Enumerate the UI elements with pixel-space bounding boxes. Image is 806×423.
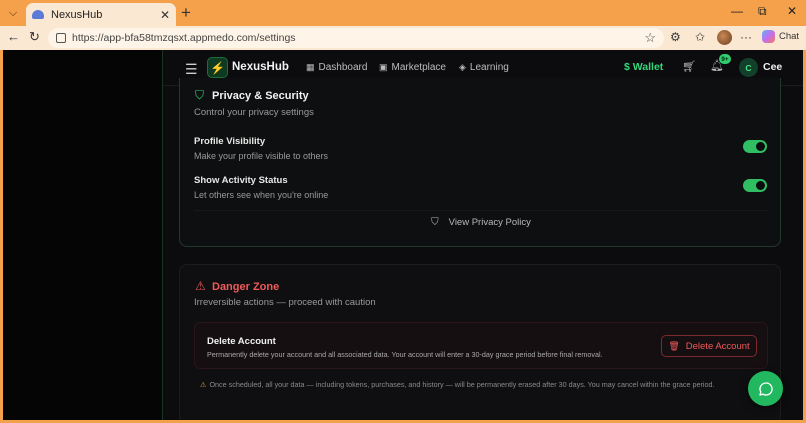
wallet-label: Wallet [632, 61, 664, 73]
bag-icon: ▣ [379, 62, 388, 72]
chat-bubble-icon [758, 381, 773, 396]
graduation-cap-icon: ◈ [459, 62, 466, 72]
site-info-icon[interactable] [56, 33, 66, 43]
toggle-knob [756, 142, 765, 151]
cart-icon[interactable]: 🛒︎ [682, 60, 696, 73]
wallet-button[interactable]: $ Wallet [624, 61, 663, 73]
nav-learning[interactable]: ◈ Learning [459, 62, 509, 73]
shield-outline-icon: ⛉ [431, 217, 439, 228]
grace-period-warning: ⚠ Once scheduled, all your data — includi… [200, 380, 714, 389]
favorites-icon[interactable]: ✩ [695, 30, 705, 44]
delete-account-panel: Delete Account Permanently delete your a… [194, 322, 768, 369]
app-viewport: ☰ ⚡ NexusHub ▦ Dashboard ▣ Marketplace ◈… [3, 50, 803, 420]
grid-icon: ▦ [306, 62, 315, 72]
back-arrow-icon[interactable]: ← [7, 29, 20, 44]
chat-support-button[interactable] [748, 371, 783, 406]
user-name[interactable]: Cee [763, 61, 782, 73]
restore-window-button[interactable]: ⧉ [758, 4, 767, 19]
danger-subtitle: Irreversible actions — proceed with caut… [194, 297, 376, 308]
copilot-chat-button[interactable]: Chat [762, 30, 799, 43]
reload-icon[interactable]: ↻ [29, 29, 40, 45]
address-bar[interactable]: https://app-bfa58tmzqsxt.appmedo.com/set… [48, 28, 664, 48]
profile-visibility-desc: Make your profile visible to others [194, 151, 329, 161]
nav-marketplace[interactable]: ▣ Marketplace [379, 62, 446, 73]
trash-icon: 🗑︎ [668, 340, 680, 351]
notification-badge: 9+ [719, 54, 731, 64]
browser-tab-bar: ⌵ NexusHub ✕ + — ⧉ ✕ [0, 0, 806, 26]
nav-dashboard[interactable]: ▦ Dashboard [306, 62, 367, 73]
delete-account-title: Delete Account [207, 336, 276, 347]
warning-triangle-icon: ⚠ [195, 279, 206, 293]
url-text: https://app-bfa58tmzqsxt.appmedo.com/set… [72, 32, 296, 44]
delete-account-button[interactable]: 🗑︎ Delete Account [661, 335, 757, 357]
browser-tab[interactable]: NexusHub ✕ [26, 3, 176, 26]
lightning-logo-icon[interactable]: ⚡ [207, 57, 228, 78]
tab-close-icon[interactable]: ✕ [160, 8, 170, 22]
nav-dashboard-label: Dashboard [318, 62, 368, 73]
activity-status-desc: Let others see when you're online [194, 190, 329, 200]
shield-icon: ⛉ [195, 88, 205, 102]
nav-marketplace-label: Marketplace [391, 62, 446, 73]
chat-label: Chat [779, 31, 800, 42]
sidebar-panel [3, 50, 163, 420]
extensions-icon[interactable]: ⚙ [670, 30, 681, 44]
new-tab-button[interactable]: + [181, 3, 191, 23]
activity-status-label: Show Activity Status [194, 175, 288, 186]
browser-profile-avatar[interactable] [717, 30, 732, 45]
delete-account-button-label: Delete Account [685, 340, 750, 352]
more-options-icon[interactable]: ··· [740, 30, 752, 44]
copilot-icon [762, 30, 775, 43]
tab-list-chevron-icon[interactable]: ⌵ [4, 4, 22, 22]
profile-visibility-toggle[interactable] [743, 140, 767, 153]
close-window-button[interactable]: ✕ [787, 4, 797, 18]
delete-account-desc: Permanently delete your account and all … [207, 350, 603, 359]
minimize-window-button[interactable]: — [731, 4, 743, 18]
tab-favicon-icon [32, 10, 44, 19]
tab-title: NexusHub [51, 8, 103, 21]
privacy-policy-label: View Privacy Policy [448, 217, 531, 228]
menu-icon[interactable]: ☰ [185, 61, 198, 78]
danger-title: Danger Zone [212, 281, 280, 293]
toggle-knob [756, 181, 765, 190]
browser-toolbar: ← ↻ https://app-bfa58tmzqsxt.appmedo.com… [0, 26, 806, 50]
small-warning-icon: ⚠ [200, 380, 207, 389]
privacy-subtitle: Control your privacy settings [194, 107, 314, 118]
user-avatar[interactable]: C [739, 58, 758, 77]
view-privacy-policy-button[interactable]: ⛉ View Privacy Policy [194, 210, 768, 234]
warning-text: Once scheduled, all your data — includin… [209, 380, 715, 389]
profile-visibility-label: Profile Visibility [194, 136, 266, 147]
privacy-title: Privacy & Security [212, 90, 309, 102]
brand-name[interactable]: NexusHub [232, 61, 289, 73]
bookmark-star-icon[interactable]: ☆ [644, 30, 656, 46]
activity-status-toggle[interactable] [743, 179, 767, 192]
nav-learning-label: Learning [469, 62, 509, 73]
